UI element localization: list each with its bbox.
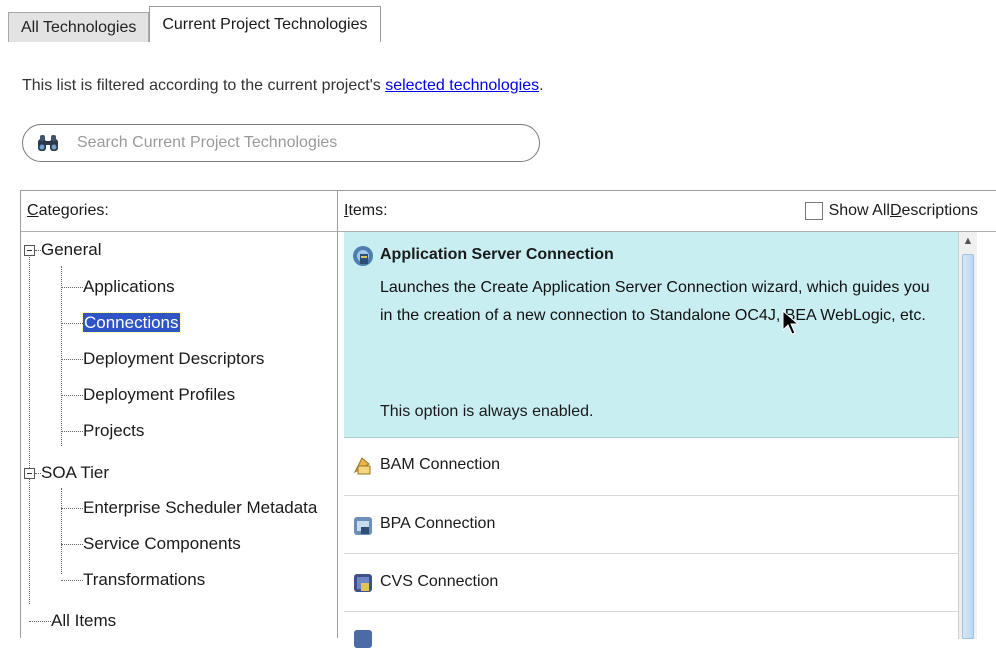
expand-soa-tier-icon[interactable]	[24, 468, 35, 479]
tree-item-connections-label: Connections	[82, 312, 181, 333]
list-item-bpa-connection[interactable]: BPA Connection	[344, 496, 958, 554]
expand-general-icon[interactable]	[24, 245, 35, 256]
tree-item-projects[interactable]: Projects	[83, 419, 144, 443]
show-all-post: escriptions	[901, 202, 978, 219]
filter-note-suffix: .	[539, 77, 544, 94]
server-connection-icon	[352, 245, 374, 267]
show-all-mnemonic: D	[889, 202, 902, 219]
tab-current-project-technologies[interactable]: Current Project Technologies	[149, 6, 381, 42]
items-panel: Items: Show All Descriptions Application…	[338, 190, 996, 648]
filter-note: This list is filtered according to the c…	[22, 77, 544, 95]
categories-mnemonic: C	[27, 202, 39, 219]
tree-item-service-components[interactable]: Service Components	[83, 532, 241, 556]
bpa-connection-icon	[352, 515, 374, 537]
scrollbar-thumb[interactable]	[962, 254, 974, 639]
items-header: Items: Show All Descriptions	[338, 191, 996, 232]
categories-header-label: ategories:	[38, 202, 109, 219]
tree-item-deployment-profiles[interactable]: Deployment Profiles	[83, 383, 235, 407]
item-description: Launches the Create Application Server C…	[380, 279, 930, 324]
tree-item-enterprise-scheduler-metadata[interactable]: Enterprise Scheduler Metadata	[83, 496, 317, 520]
show-all-pre: Show All	[828, 202, 890, 219]
item-note: This option is always enabled.	[380, 403, 594, 420]
tree-item-transformations[interactable]: Transformations	[83, 568, 205, 592]
search-box[interactable]	[22, 124, 540, 162]
connection-icon	[352, 628, 374, 650]
categories-header: Categories:	[21, 191, 337, 232]
mouse-cursor-icon	[782, 310, 800, 335]
tab-bar: All Technologies Current Project Technol…	[8, 6, 381, 42]
item-title: Application Server Connection	[380, 246, 614, 263]
filter-note-text: This list is filtered according to the c…	[22, 77, 386, 94]
tree-item-general[interactable]: General	[41, 238, 101, 262]
list-item-cvs-connection[interactable]: CVS Connection	[344, 554, 958, 612]
item-title: CVS Connection	[380, 573, 499, 590]
binoculars-icon	[35, 132, 61, 154]
item-title: BPA Connection	[380, 515, 496, 532]
tree-item-connections[interactable]: Connections	[82, 311, 181, 335]
items-header-label: tems:	[348, 202, 388, 219]
list-item-application-server-connection[interactable]: Application Server Connection Launches t…	[344, 232, 958, 438]
tree-item-soa-tier[interactable]: SOA Tier	[41, 461, 109, 485]
cvs-connection-icon	[352, 572, 374, 594]
tree-item-applications[interactable]: Applications	[83, 275, 175, 299]
tree-item-deployment-descriptors[interactable]: Deployment Descriptors	[83, 347, 264, 371]
show-all-descriptions[interactable]: Show All Descriptions	[804, 191, 978, 231]
show-all-descriptions-checkbox[interactable]	[804, 202, 823, 220]
bam-connection-icon	[352, 455, 374, 477]
categories-panel: Categories: General Applications Connect…	[20, 190, 338, 638]
selected-technologies-link[interactable]: selected technologies	[385, 77, 539, 94]
tree-item-all-items[interactable]: All Items	[51, 609, 116, 633]
item-title: BAM Connection	[380, 456, 501, 473]
scroll-up-icon[interactable]: ▲	[959, 232, 977, 250]
search-input[interactable]	[75, 133, 519, 153]
list-item-bam-connection[interactable]: BAM Connection	[344, 438, 958, 496]
items-scrollbar[interactable]: ▲	[958, 232, 977, 639]
tab-all-technologies[interactable]: All Technologies	[8, 12, 150, 42]
